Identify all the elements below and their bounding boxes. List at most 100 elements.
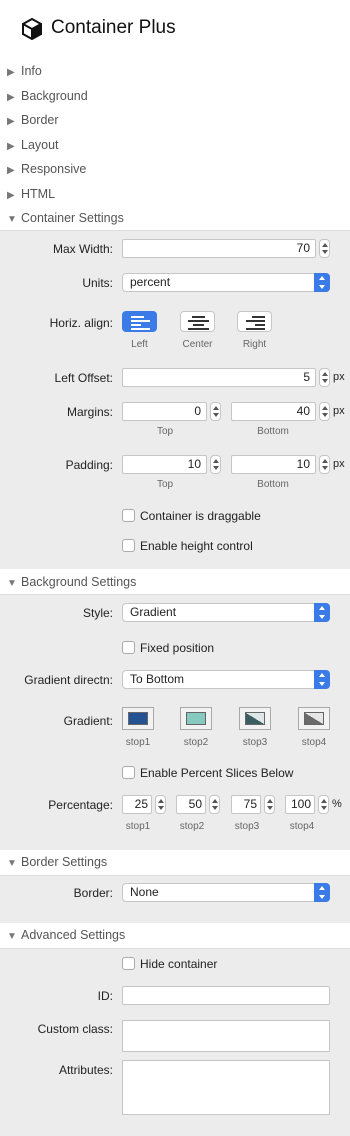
percentage-stop2-stepper[interactable] [209,795,220,814]
disclosure-right-icon: ▶ [7,141,15,152]
percentage-stop1-input[interactable]: 25 [122,795,152,814]
align-left-caption: Left [131,339,148,350]
max-width-label: Max Width: [52,242,113,256]
style-select[interactable]: Gradient [122,603,330,622]
section-label: Responsive [21,162,87,176]
height-control-checkbox[interactable] [122,539,135,552]
fixed-position-checkbox[interactable] [122,641,135,654]
section-border[interactable]: ▶ Border [7,108,59,132]
border-label: Border: [73,886,113,900]
percentage-stop1-stepper[interactable] [155,795,166,814]
direction-select[interactable]: To Bottom [122,670,330,689]
left-offset-stepper[interactable] [319,368,330,387]
border-select[interactable]: None [122,883,330,902]
percentage-stop4-stepper[interactable] [318,795,329,814]
direction-value: To Bottom [130,672,185,686]
section-advanced-settings[interactable]: ▼ Advanced Settings [7,923,125,947]
disclosure-right-icon: ▶ [7,92,15,103]
max-width-input[interactable]: 70 [122,239,316,258]
disclosure-down-icon: ▼ [7,214,17,225]
gradient-stop4-swatch[interactable] [298,707,330,730]
gradient-stop3-swatch[interactable] [239,707,271,730]
margins-label: Margins: [66,405,113,419]
units-select[interactable]: percent [122,273,330,292]
style-label: Style: [82,606,113,620]
percentage-stop4-input[interactable]: 100 [285,795,315,814]
section-label: Advanced Settings [21,928,126,942]
padding-bottom-stepper[interactable] [319,455,330,474]
draggable-label: Container is draggable [140,509,261,523]
select-arrows-icon [314,273,330,292]
disclosure-down-icon: ▼ [7,931,17,942]
padding-bottom-caption: Bottom [257,479,289,490]
percentage-stop2-input[interactable]: 50 [176,795,206,814]
icon-line [131,328,150,330]
stop2-caption: stop2 [183,737,209,748]
icon-line [188,320,209,322]
margin-bottom-caption: Bottom [257,426,289,437]
section-background[interactable]: ▶ Background [7,84,88,108]
icon-line [193,324,204,326]
padding-bottom-input[interactable]: 10 [231,455,316,474]
padding-label: Padding: [65,458,113,472]
percent-slices-label: Enable Percent Slices Below [140,766,294,780]
px-unit: px [333,458,345,470]
pct-stop3-caption: stop3 [234,821,260,832]
percentage-label: Percentage: [48,798,113,812]
max-width-stepper[interactable] [319,239,330,258]
align-right-button[interactable] [237,311,272,332]
icon-line [255,324,265,326]
percentage-stop3-stepper[interactable] [264,795,275,814]
disclosure-right-icon: ▶ [7,165,15,176]
padding-top-input[interactable]: 10 [122,455,207,474]
gradient-label: Gradient: [63,714,113,728]
gradient-stop1-swatch[interactable] [122,707,154,730]
section-responsive[interactable]: ▶ Responsive [7,157,86,181]
direction-label: Gradient directn: [24,673,113,687]
draggable-checkbox[interactable] [122,509,135,522]
section-html[interactable]: ▶ HTML [7,182,55,206]
section-label: Background Settings [21,575,137,589]
custom-class-label: Custom class: [37,1022,113,1036]
disclosure-down-icon: ▼ [7,578,17,589]
border-value: None [130,885,159,899]
fixed-position-label: Fixed position [140,641,215,655]
select-arrows-icon [314,670,330,689]
section-info[interactable]: ▶ Info [7,59,42,83]
left-offset-label: Left Offset: [54,371,113,385]
margin-bottom-input[interactable]: 40 [231,402,316,421]
section-background-settings[interactable]: ▼ Background Settings [7,570,136,594]
disclosure-right-icon: ▶ [7,190,15,201]
section-label: Border Settings [21,855,108,869]
horiz-align-label: Horiz. align: [49,316,113,330]
page-title: Container Plus [51,17,176,38]
icon-line [131,324,141,326]
margin-bottom-stepper[interactable] [319,402,330,421]
align-left-button[interactable] [122,311,157,332]
margin-top-stepper[interactable] [210,402,221,421]
section-layout[interactable]: ▶ Layout [7,133,59,157]
padding-top-stepper[interactable] [210,455,221,474]
custom-class-input[interactable] [122,1020,330,1052]
gradient-stop2-swatch[interactable] [180,707,212,730]
align-center-button[interactable] [180,311,215,332]
margin-top-input[interactable]: 0 [122,402,207,421]
percentage-stop3-input[interactable]: 75 [231,795,261,814]
hide-container-checkbox[interactable] [122,957,135,970]
padding-top-caption: Top [156,479,174,490]
attributes-input[interactable] [122,1060,330,1115]
section-border-settings[interactable]: ▼ Border Settings [7,850,107,874]
percent-sign: % [332,798,342,810]
icon-line [131,320,150,322]
icon-line [246,328,265,330]
cube-icon [22,18,42,40]
stop3-caption: stop3 [242,737,268,748]
disclosure-down-icon: ▼ [7,858,17,869]
align-center-icon [192,316,205,318]
percent-slices-checkbox[interactable] [122,766,135,779]
left-offset-input[interactable]: 5 [122,368,316,387]
swatch-fill [128,712,148,725]
swatch-fill [186,712,206,725]
id-input[interactable] [122,986,330,1005]
section-container-settings[interactable]: ▼ Container Settings [7,206,124,230]
